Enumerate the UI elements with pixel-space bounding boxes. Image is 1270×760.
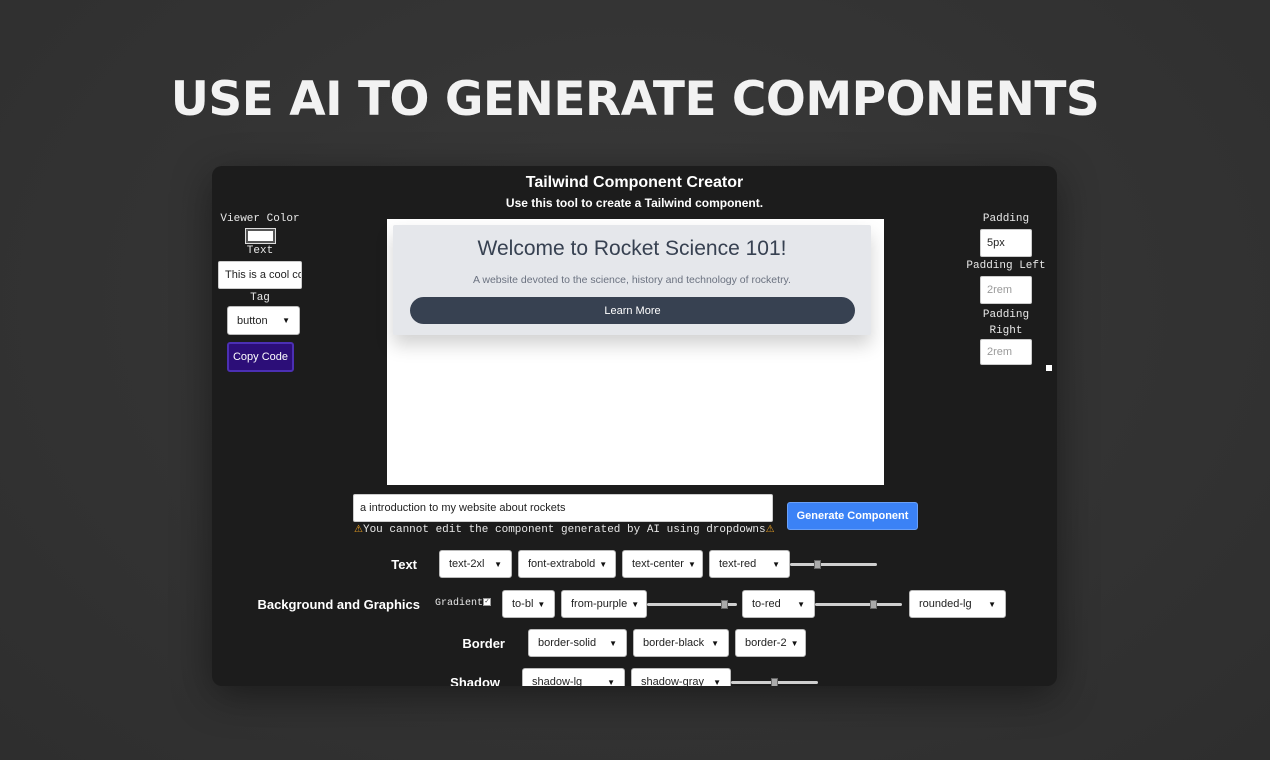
padding-right-input[interactable]: 2rem <box>980 339 1032 365</box>
border-color-select[interactable]: border-black ▼ <box>633 629 729 657</box>
app-title: Tailwind Component Creator <box>525 174 744 191</box>
chevron-down-icon: ▼ <box>790 638 799 648</box>
ai-prompt-input[interactable]: a introduction to my website about rocke… <box>353 494 773 522</box>
gradient-direction-select[interactable]: to-bl ▼ <box>502 590 555 618</box>
chevron-down-icon: ▼ <box>713 677 721 687</box>
text-color-select[interactable]: text-red ▼ <box>709 550 790 578</box>
gradient-from-select[interactable]: from-purple ▼ <box>561 590 647 618</box>
preview-card: Welcome to Rocket Science 101! A website… <box>393 225 871 335</box>
gradient-label: Gradient <box>435 598 484 609</box>
preview-heading: Welcome to Rocket Science 101! <box>477 237 787 260</box>
chevron-down-icon: ▼ <box>599 559 608 569</box>
ai-warning: ⚠You cannot edit the component generated… <box>354 524 775 536</box>
padding-label: Padding <box>982 213 1030 225</box>
tag-select[interactable]: button ▼ <box>227 306 300 335</box>
slider-thumb[interactable] <box>870 600 877 609</box>
gradient-toggle[interactable]: Gradient ✓ <box>435 598 492 609</box>
border-style-select[interactable]: border-solid ▼ <box>528 629 627 657</box>
copy-code-button[interactable]: Copy Code <box>227 342 294 372</box>
resize-handle[interactable] <box>1046 365 1052 371</box>
ai-warning-text: You cannot edit the component generated … <box>362 524 766 536</box>
component-viewer: Welcome to Rocket Science 101! A website… <box>387 219 884 485</box>
tag-label: Tag <box>250 292 270 304</box>
gradient-to-shade-slider[interactable] <box>815 600 902 609</box>
chevron-down-icon: ▼ <box>772 559 780 569</box>
preview-paragraph: A website devoted to the science, histor… <box>473 274 791 286</box>
border-width-select[interactable]: border-2 ▼ <box>735 629 806 657</box>
chevron-down-icon: ▼ <box>711 638 719 648</box>
rounded-value: rounded-lg <box>919 598 972 610</box>
gradient-direction-value: to-bl <box>512 598 534 610</box>
border-row-label: Border <box>462 636 505 651</box>
border-style-value: border-solid <box>538 637 597 649</box>
text-size-select[interactable]: text-2xl ▼ <box>439 550 512 578</box>
padding-input[interactable]: 5px <box>980 229 1032 257</box>
tag-select-value: button <box>237 314 268 327</box>
chevron-down-icon: ▼ <box>282 316 290 325</box>
chevron-down-icon: ▼ <box>607 677 615 687</box>
chevron-down-icon: ▼ <box>687 559 696 569</box>
viewer-color-label: Viewer Color <box>220 213 300 225</box>
warning-icon: ⚠ <box>354 524 363 535</box>
text-color-shade-slider[interactable] <box>790 560 877 569</box>
text-label: Text <box>246 245 274 257</box>
slider-thumb[interactable] <box>721 600 728 609</box>
slider-thumb[interactable] <box>771 678 778 686</box>
chevron-down-icon: ▼ <box>537 599 546 609</box>
hero-title: USE AI TO GENERATE COMPONENTS <box>170 72 1100 127</box>
app-subtitle: Use this tool to create a Tailwind compo… <box>505 196 764 210</box>
gradient-to-select[interactable]: to-red ▼ <box>742 590 815 618</box>
warning-icon: ⚠ <box>765 524 775 535</box>
text-input[interactable]: This is a cool component <box>218 261 302 289</box>
slider-thumb[interactable] <box>814 560 821 569</box>
text-size-value: text-2xl <box>449 558 485 570</box>
rounded-select[interactable]: rounded-lg ▼ <box>909 590 1006 618</box>
chevron-down-icon: ▼ <box>631 599 640 609</box>
padding-right-label: Padding Right <box>982 309 1030 337</box>
font-weight-value: font-extrabold <box>528 558 596 570</box>
text-align-select[interactable]: text-center ▼ <box>622 550 703 578</box>
chevron-down-icon: ▼ <box>988 599 996 609</box>
border-color-value: border-black <box>643 637 705 649</box>
chevron-down-icon: ▼ <box>797 599 805 609</box>
app-window: Tailwind Component Creator Use this tool… <box>212 166 1057 686</box>
shadow-size-value: shadow-lg <box>532 676 583 686</box>
gradient-from-shade-slider[interactable] <box>647 600 737 609</box>
gradient-to-value: to-red <box>752 598 781 610</box>
background-row-label: Background and Graphics <box>257 597 420 612</box>
text-align-value: text-center <box>632 558 684 570</box>
text-row-label: Text <box>391 557 417 572</box>
chevron-down-icon: ▼ <box>494 559 502 569</box>
viewer-color-picker[interactable] <box>245 228 276 244</box>
shadow-color-value: shadow-gray <box>641 676 704 686</box>
padding-left-label: Padding Left <box>966 260 1046 272</box>
border-width-value: border-2 <box>745 637 787 649</box>
chevron-down-icon: ▼ <box>609 638 617 648</box>
shadow-size-select[interactable]: shadow-lg ▼ <box>522 668 625 686</box>
preview-learn-more-button[interactable]: Learn More <box>410 297 855 324</box>
font-weight-select[interactable]: font-extrabold ▼ <box>518 550 616 578</box>
shadow-row-label: Shadow <box>450 675 500 686</box>
checkbox-icon[interactable]: ✓ <box>483 598 492 607</box>
text-color-value: text-red <box>719 558 757 570</box>
shadow-shade-slider[interactable] <box>731 678 818 686</box>
gradient-from-value: from-purple <box>571 598 628 610</box>
padding-left-input[interactable]: 2rem <box>980 276 1032 304</box>
generate-component-button[interactable]: Generate Component <box>787 502 918 530</box>
shadow-color-select[interactable]: shadow-gray ▼ <box>631 668 731 686</box>
